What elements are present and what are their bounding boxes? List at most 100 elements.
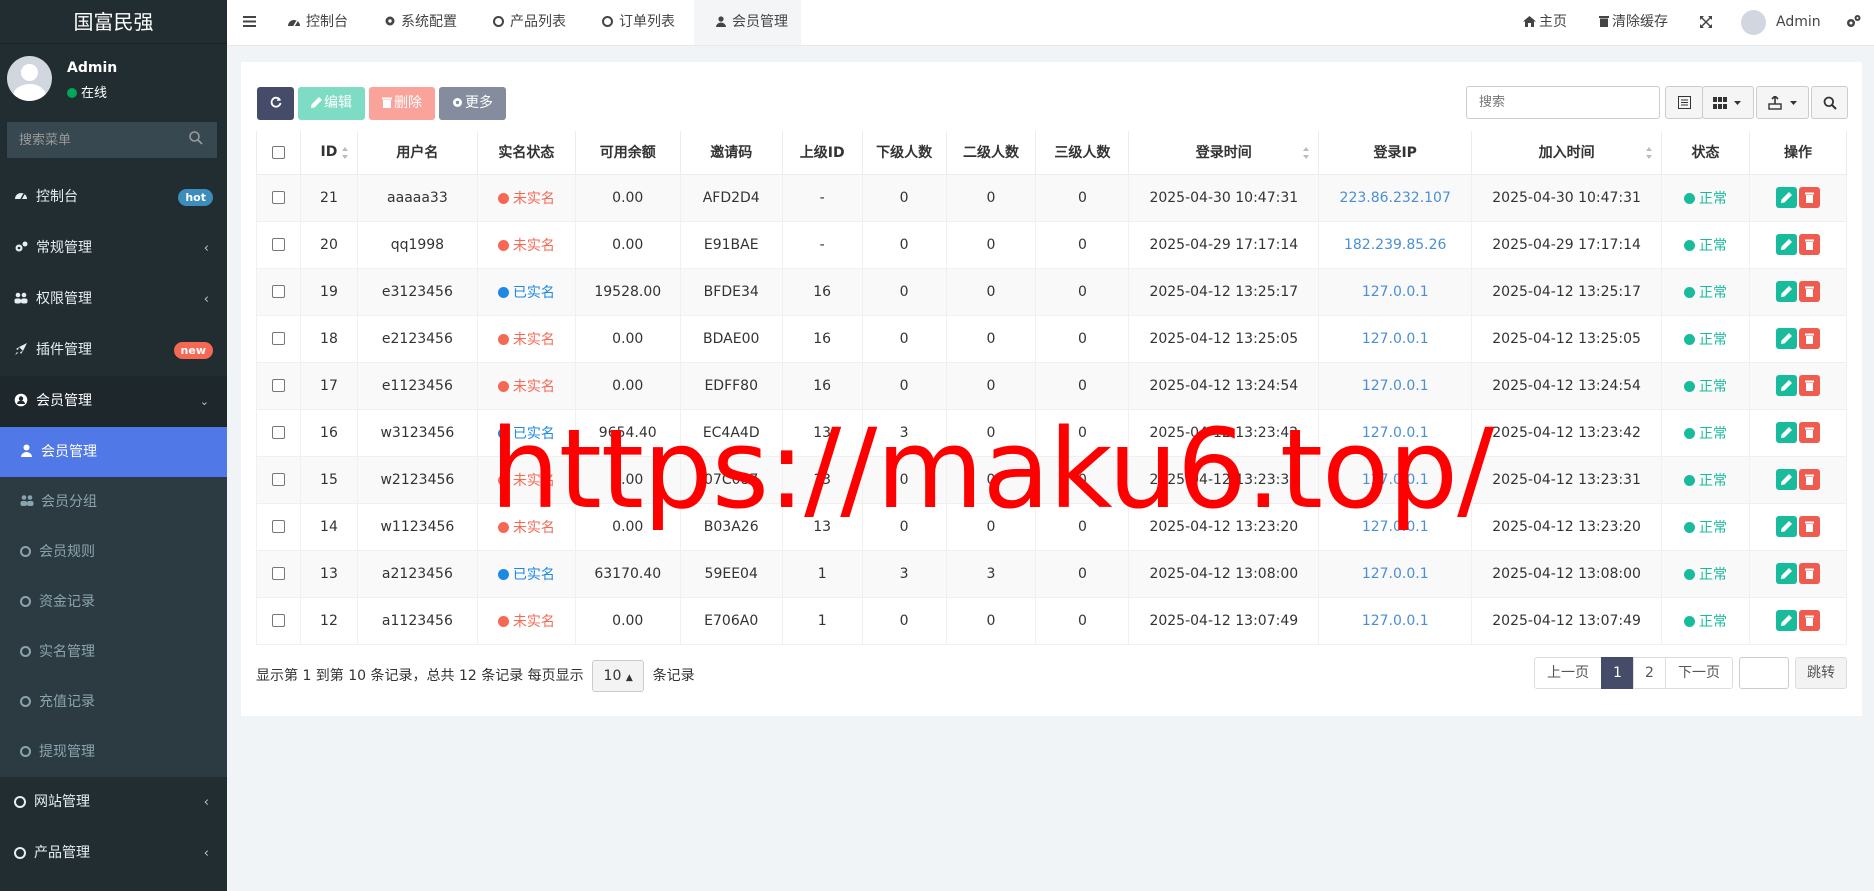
row-edit-button[interactable] [1775, 375, 1797, 396]
tab-order-list[interactable]: 订单列表 [602, 0, 675, 45]
sidebar-item-permissions[interactable]: 权限管理 ‹ [0, 274, 227, 325]
select-all-checkbox[interactable] [271, 145, 285, 159]
row-select-cell [256, 173, 301, 222]
row-edit-button[interactable] [1775, 422, 1797, 443]
submenu-item-recharge[interactable]: 充值记录 [0, 677, 227, 727]
realname-cell: 未实名 [476, 502, 576, 551]
tab-label: 订单列表 [619, 14, 675, 30]
tab-product-list[interactable]: 产品列表 [493, 0, 566, 45]
app-logo[interactable]: 国富民强 [0, 0, 227, 44]
hamburger-icon[interactable] [243, 15, 256, 28]
row-delete-button[interactable] [1798, 610, 1820, 631]
header-login-time[interactable]: 登录时间 [1128, 131, 1320, 175]
more-button[interactable]: 更多 [439, 87, 506, 120]
login-ip-link[interactable]: 127.0.0.1 [1362, 472, 1429, 488]
row-edit-button[interactable] [1775, 328, 1797, 349]
row-edit-button[interactable] [1775, 563, 1797, 584]
row-delete-button[interactable] [1798, 469, 1820, 490]
row-checkbox[interactable] [271, 238, 285, 251]
header-id[interactable]: ID [299, 131, 358, 175]
submenu-item-withdraw[interactable]: 提现管理 [0, 727, 227, 777]
row-checkbox[interactable] [271, 285, 285, 298]
row-checkbox[interactable] [271, 567, 285, 580]
login-ip-link[interactable]: 223.86.232.107 [1340, 190, 1451, 206]
avatar[interactable] [1741, 10, 1766, 35]
row-delete-button[interactable] [1798, 516, 1820, 537]
sidebar-item-members[interactable]: 会员管理 ⌄ [0, 376, 227, 427]
select-all-cell [256, 131, 301, 175]
sidebar-item-plugins[interactable]: 插件管理 new [0, 325, 227, 376]
login-ip-link[interactable]: 127.0.0.1 [1362, 378, 1429, 394]
row-checkbox[interactable] [271, 614, 285, 627]
page-1-button[interactable]: 1 [1601, 657, 1634, 689]
row-checkbox[interactable] [271, 191, 285, 204]
delete-button[interactable]: 删除 [369, 87, 435, 120]
cell-text: 0 [986, 377, 996, 394]
login-ip-link[interactable]: 127.0.0.1 [1362, 519, 1429, 535]
row-delete-button[interactable] [1798, 234, 1820, 255]
login-ip-link[interactable]: 127.0.0.1 [1362, 425, 1429, 441]
row-delete-button[interactable] [1798, 422, 1820, 443]
row-edit-button[interactable] [1775, 516, 1797, 537]
jump-button[interactable]: 跳转 [1795, 657, 1847, 689]
row-delete-button[interactable] [1798, 563, 1820, 584]
row-delete-button[interactable] [1798, 281, 1820, 302]
row-checkbox[interactable] [271, 332, 285, 345]
login-ip-link[interactable]: 127.0.0.1 [1362, 284, 1429, 300]
login-ip-link[interactable]: 182.239.85.26 [1344, 237, 1446, 253]
next-page-button[interactable]: 下一页 [1665, 657, 1733, 689]
row-delete-button[interactable] [1798, 328, 1820, 349]
sidebar-item-general[interactable]: 常规管理 ‹ [0, 223, 227, 274]
clear-cache-button[interactable]: 清除缓存 [1599, 0, 1668, 45]
tab-system-config[interactable]: 系统配置 [384, 0, 457, 45]
row-delete-button[interactable] [1798, 187, 1820, 208]
submenu-item-member-management[interactable]: 会员管理 [0, 427, 227, 477]
admin-menu[interactable]: Admin [1776, 0, 1821, 45]
submenu-item-member-rules[interactable]: 会员规则 [0, 527, 227, 577]
export-button[interactable] [1756, 86, 1809, 119]
sidebar-item-website[interactable]: 网站管理 ‹ [0, 777, 227, 828]
login-ip-link[interactable]: 127.0.0.1 [1362, 566, 1429, 582]
header-join-time[interactable]: 加入时间 [1471, 131, 1663, 175]
row-delete-button[interactable] [1798, 375, 1820, 396]
table-search-input[interactable] [1466, 86, 1660, 119]
row-edit-button[interactable] [1775, 469, 1797, 490]
columns-button[interactable] [1702, 86, 1754, 119]
submenu-item-member-groups[interactable]: 会员分组 [0, 477, 227, 527]
row-checkbox[interactable] [271, 473, 285, 486]
row-edit-button[interactable] [1775, 610, 1797, 631]
cogs-icon[interactable] [1846, 14, 1861, 29]
tab-dashboard[interactable]: 控制台 [287, 0, 348, 45]
jump-page-input[interactable] [1739, 657, 1789, 689]
login-ip-link[interactable]: 127.0.0.1 [1362, 613, 1429, 629]
search-icon[interactable] [188, 130, 204, 146]
search-button[interactable] [1811, 86, 1848, 119]
row-checkbox[interactable] [271, 379, 285, 392]
cell-text: 3 [986, 565, 996, 582]
realname-cell: 已实名 [476, 408, 576, 457]
refresh-button[interactable] [257, 87, 294, 120]
prev-page-button[interactable]: 上一页 [1534, 657, 1602, 689]
row-checkbox[interactable] [271, 426, 285, 439]
fullscreen-icon[interactable] [1700, 16, 1712, 28]
menu-search-input[interactable] [7, 122, 217, 158]
page-size-select[interactable]: 10 ▲ [592, 660, 645, 692]
join-time-cell: 2025-04-12 13:23:42 [1471, 408, 1663, 457]
submenu-item-fund-records[interactable]: 资金记录 [0, 577, 227, 627]
home-link[interactable]: 主页 [1523, 0, 1567, 45]
cell-text: w1123456 [380, 518, 455, 535]
row-edit-button[interactable] [1775, 187, 1797, 208]
edit-button[interactable]: 编辑 [298, 87, 365, 120]
row-checkbox[interactable] [271, 520, 285, 533]
sidebar-item-products[interactable]: 产品管理 ‹ [0, 828, 227, 879]
login-time-cell: 2025-04-12 13:24:54 [1128, 361, 1320, 410]
login-ip-link[interactable]: 127.0.0.1 [1362, 331, 1429, 347]
sidebar-item-dashboard[interactable]: 控制台 hot [0, 172, 227, 223]
row-edit-button[interactable] [1775, 234, 1797, 255]
row-edit-button[interactable] [1775, 281, 1797, 302]
tab-member-management[interactable]: 会员管理 [694, 0, 801, 45]
submenu-item-realname[interactable]: 实名管理 [0, 627, 227, 677]
toggle-view-button[interactable] [1665, 86, 1703, 119]
page-2-button[interactable]: 2 [1633, 657, 1666, 689]
username-cell: aaaaa33 [356, 173, 478, 222]
